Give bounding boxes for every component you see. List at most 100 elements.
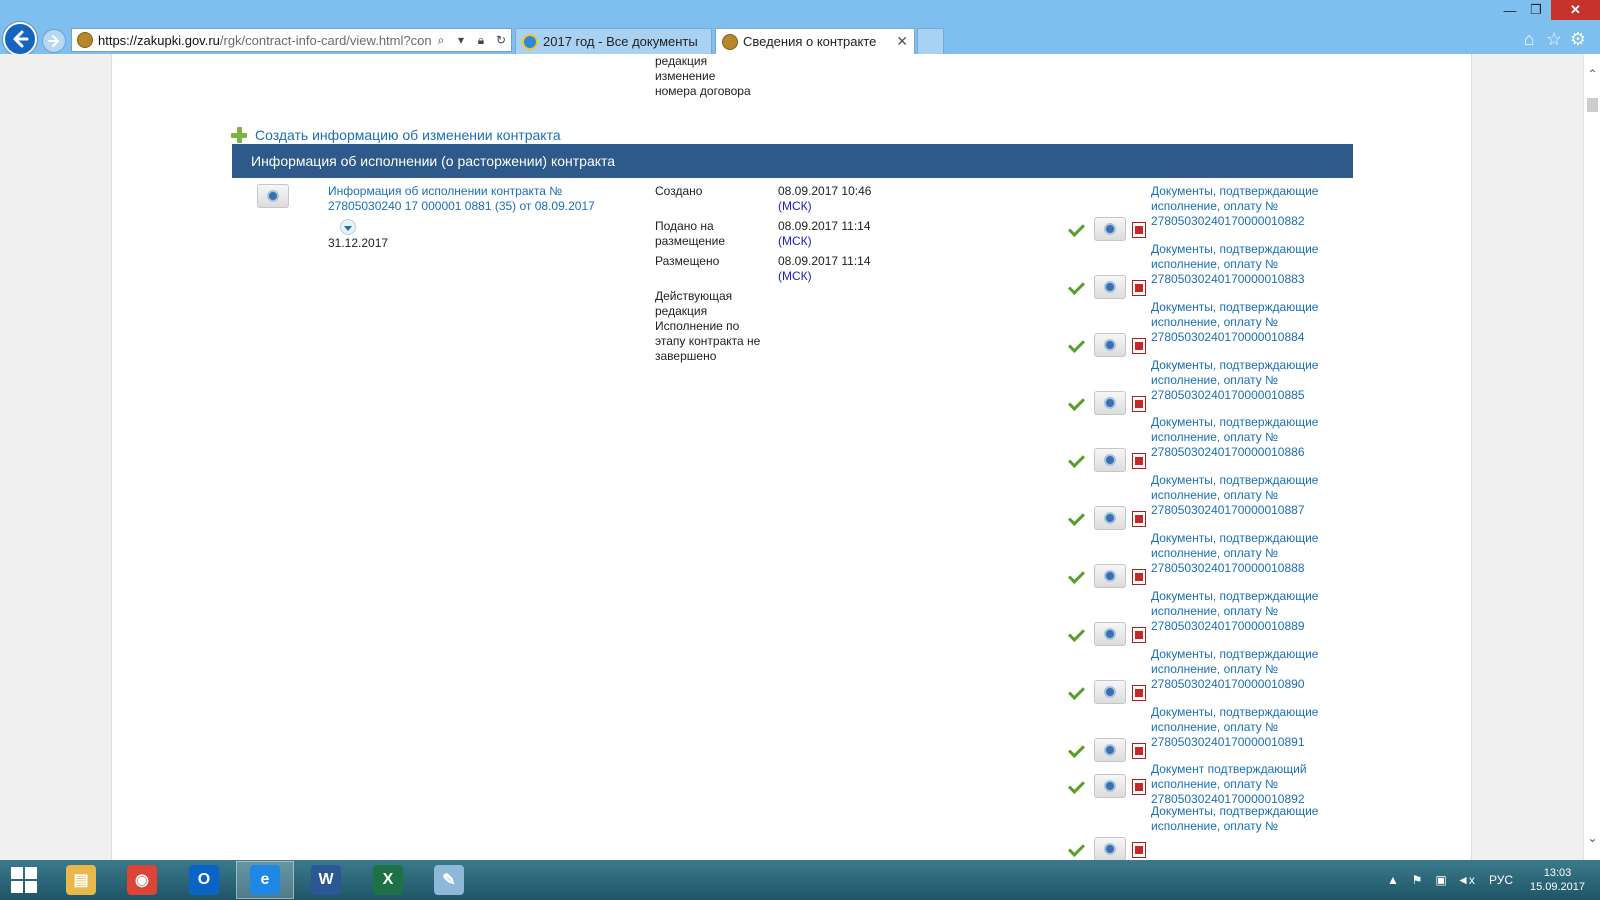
new-tab-button[interactable]: [917, 28, 944, 54]
document-link[interactable]: Документы, подтверждающие исполнение, оп…: [1151, 705, 1351, 750]
document-link[interactable]: Документы, подтверждающие исполнение, оп…: [1151, 358, 1351, 403]
seal-icon: [1104, 686, 1116, 698]
signature-seal-button[interactable]: [1094, 680, 1126, 704]
home-icon[interactable]: ⌂: [1519, 29, 1539, 49]
pdf-icon[interactable]: [1132, 743, 1146, 759]
windows-taskbar: ▤ ◉ Oe W X ✎ ▲ ⚑ ▣ ◄x РУС 13:03 15.09.2017: [0, 860, 1600, 900]
paint-icon: ✎: [434, 865, 464, 895]
taskbar-app-internet-explorer[interactable]: e: [236, 861, 294, 899]
browser-chrome: https://zakupki.gov.ru/rgk/contract-info…: [0, 0, 1600, 56]
address-host: https://zakupki.gov.ru: [98, 32, 220, 48]
signature-seal-button[interactable]: [1094, 448, 1126, 472]
document-link[interactable]: Документы, подтверждающие исполнение, оп…: [1151, 473, 1351, 518]
signature-seal-button[interactable]: [1094, 275, 1126, 299]
check-icon: [1067, 511, 1085, 525]
timezone-label: (МСК): [778, 234, 812, 248]
document-link[interactable]: Документы, подтверждающие исполнение, оп…: [1151, 804, 1351, 834]
tab-contract-info[interactable]: Сведения о контракте ✕: [715, 28, 915, 54]
document-link[interactable]: Документы, подтверждающие исполнение, оп…: [1151, 300, 1351, 345]
minimize-button[interactable]: —: [1498, 0, 1522, 20]
scroll-thumb[interactable]: [1587, 98, 1598, 112]
pdf-icon[interactable]: [1132, 627, 1146, 643]
check-icon: [1067, 222, 1085, 236]
maximize-button[interactable]: ❐: [1524, 0, 1548, 20]
pdf-icon[interactable]: [1132, 779, 1146, 795]
word-icon: W: [311, 865, 341, 895]
document-link[interactable]: Документы, подтверждающие исполнение, оп…: [1151, 242, 1351, 287]
signature-seal-button[interactable]: [1094, 217, 1126, 241]
pdf-icon[interactable]: [1132, 453, 1146, 469]
meta-label-submitted: Подано на размещение: [655, 219, 726, 248]
signature-seal-button[interactable]: [1094, 738, 1126, 762]
address-path: /rgk/contract-info-card/view.html?contra…: [219, 32, 431, 48]
signature-seal-button[interactable]: [1094, 837, 1126, 860]
taskbar-app-outlook[interactable]: O: [175, 861, 233, 899]
lock-icon[interactable]: 🔒︎: [474, 33, 488, 47]
document-link[interactable]: Документы, подтверждающие исполнение, оп…: [1151, 647, 1351, 692]
document-item: Документы, подтверждающие исполнение, оп…: [1067, 647, 1347, 705]
signature-seal-button[interactable]: [1094, 506, 1126, 530]
document-link[interactable]: Документ подтверждающий исполнение, опла…: [1151, 762, 1351, 807]
pdf-icon[interactable]: [1132, 569, 1146, 585]
vertical-scrollbar[interactable]: ⌃ ⌄: [1583, 54, 1600, 860]
tray-overflow-icon[interactable]: ▲: [1385, 872, 1401, 888]
system-clock[interactable]: 13:03 15.09.2017: [1520, 866, 1595, 894]
document-item: Документы, подтверждающие исполнение, оп…: [1067, 242, 1347, 300]
scroll-down-icon[interactable]: ⌄: [1584, 830, 1600, 847]
outlook-icon: O: [189, 865, 219, 895]
document-item: Документы, подтверждающие исполнение, оп…: [1067, 184, 1347, 242]
signature-seal-button[interactable]: [1094, 564, 1126, 588]
expand-chevron-icon[interactable]: [340, 219, 356, 235]
taskbar-app-file-explorer[interactable]: ▤: [52, 861, 110, 899]
signature-seal-button[interactable]: [1094, 333, 1126, 357]
document-item: Документы, подтверждающие исполнение, оп…: [1067, 415, 1347, 473]
search-icon[interactable]: ⌕: [434, 33, 448, 47]
volume-muted-icon[interactable]: ◄x: [1457, 872, 1475, 888]
seal-icon: [1104, 339, 1116, 351]
tab-all-documents[interactable]: 2017 год - Все документы: [515, 28, 712, 54]
document-link[interactable]: Документы, подтверждающие исполнение, оп…: [1151, 415, 1351, 460]
pdf-icon[interactable]: [1132, 396, 1146, 412]
signature-seal-button[interactable]: [1094, 622, 1126, 646]
refresh-icon[interactable]: ↻: [494, 33, 508, 47]
create-change-info-link[interactable]: Создать информацию об изменении контракт…: [231, 127, 561, 143]
address-bar[interactable]: https://zakupki.gov.ru/rgk/contract-info…: [71, 28, 512, 52]
ie-favicon-icon: [522, 33, 538, 50]
start-button[interactable]: [0, 860, 48, 900]
forward-button[interactable]: [42, 29, 66, 53]
close-tab-icon[interactable]: ✕: [896, 33, 908, 50]
signature-seal-button[interactable]: [1094, 391, 1126, 415]
timezone-label: (МСК): [778, 199, 812, 213]
pdf-icon[interactable]: [1132, 842, 1146, 858]
back-button[interactable]: [3, 22, 37, 56]
signature-seal-button[interactable]: [1094, 774, 1126, 798]
network-icon[interactable]: ▣: [1433, 872, 1449, 888]
pdf-icon[interactable]: [1132, 511, 1146, 527]
document-link[interactable]: Документы, подтверждающие исполнение, оп…: [1151, 184, 1351, 229]
taskbar-app-paint[interactable]: ✎: [420, 861, 478, 899]
execution-record-link[interactable]: Информация об исполнении контракта № 278…: [328, 184, 628, 214]
document-link[interactable]: Документы, подтверждающие исполнение, оп…: [1151, 531, 1351, 576]
document-link[interactable]: Документы, подтверждающие исполнение, оп…: [1151, 589, 1351, 634]
meta-label-published: Размещено: [655, 254, 720, 268]
input-language[interactable]: РУС: [1489, 873, 1513, 887]
pdf-icon[interactable]: [1132, 685, 1146, 701]
previous-record-text: редакция изменение номера договора: [655, 54, 775, 99]
pdf-icon[interactable]: [1132, 222, 1146, 238]
taskbar-app-word[interactable]: W: [297, 861, 355, 899]
timezone-label: (МСК): [778, 269, 812, 283]
pdf-icon[interactable]: [1132, 280, 1146, 296]
signature-seal-button[interactable]: [257, 184, 289, 208]
action-center-flag-icon[interactable]: ⚑: [1409, 872, 1425, 888]
tab-label: Сведения о контракте: [743, 34, 877, 49]
taskbar-app-chrome[interactable]: ◉: [113, 861, 171, 899]
settings-gear-icon[interactable]: ⚙: [1568, 29, 1588, 49]
taskbar-app-excel[interactable]: X: [359, 861, 417, 899]
scroll-up-icon[interactable]: ⌃: [1584, 66, 1600, 83]
dropdown-icon[interactable]: ▾: [454, 33, 468, 47]
favorites-star-icon[interactable]: ☆: [1544, 29, 1564, 49]
pdf-icon[interactable]: [1132, 338, 1146, 354]
address-url[interactable]: https://zakupki.gov.ru/rgk/contract-info…: [98, 33, 431, 48]
section-header: Информация об исполнении (о расторжении)…: [232, 144, 1353, 178]
close-window-button[interactable]: ✕: [1551, 0, 1600, 20]
